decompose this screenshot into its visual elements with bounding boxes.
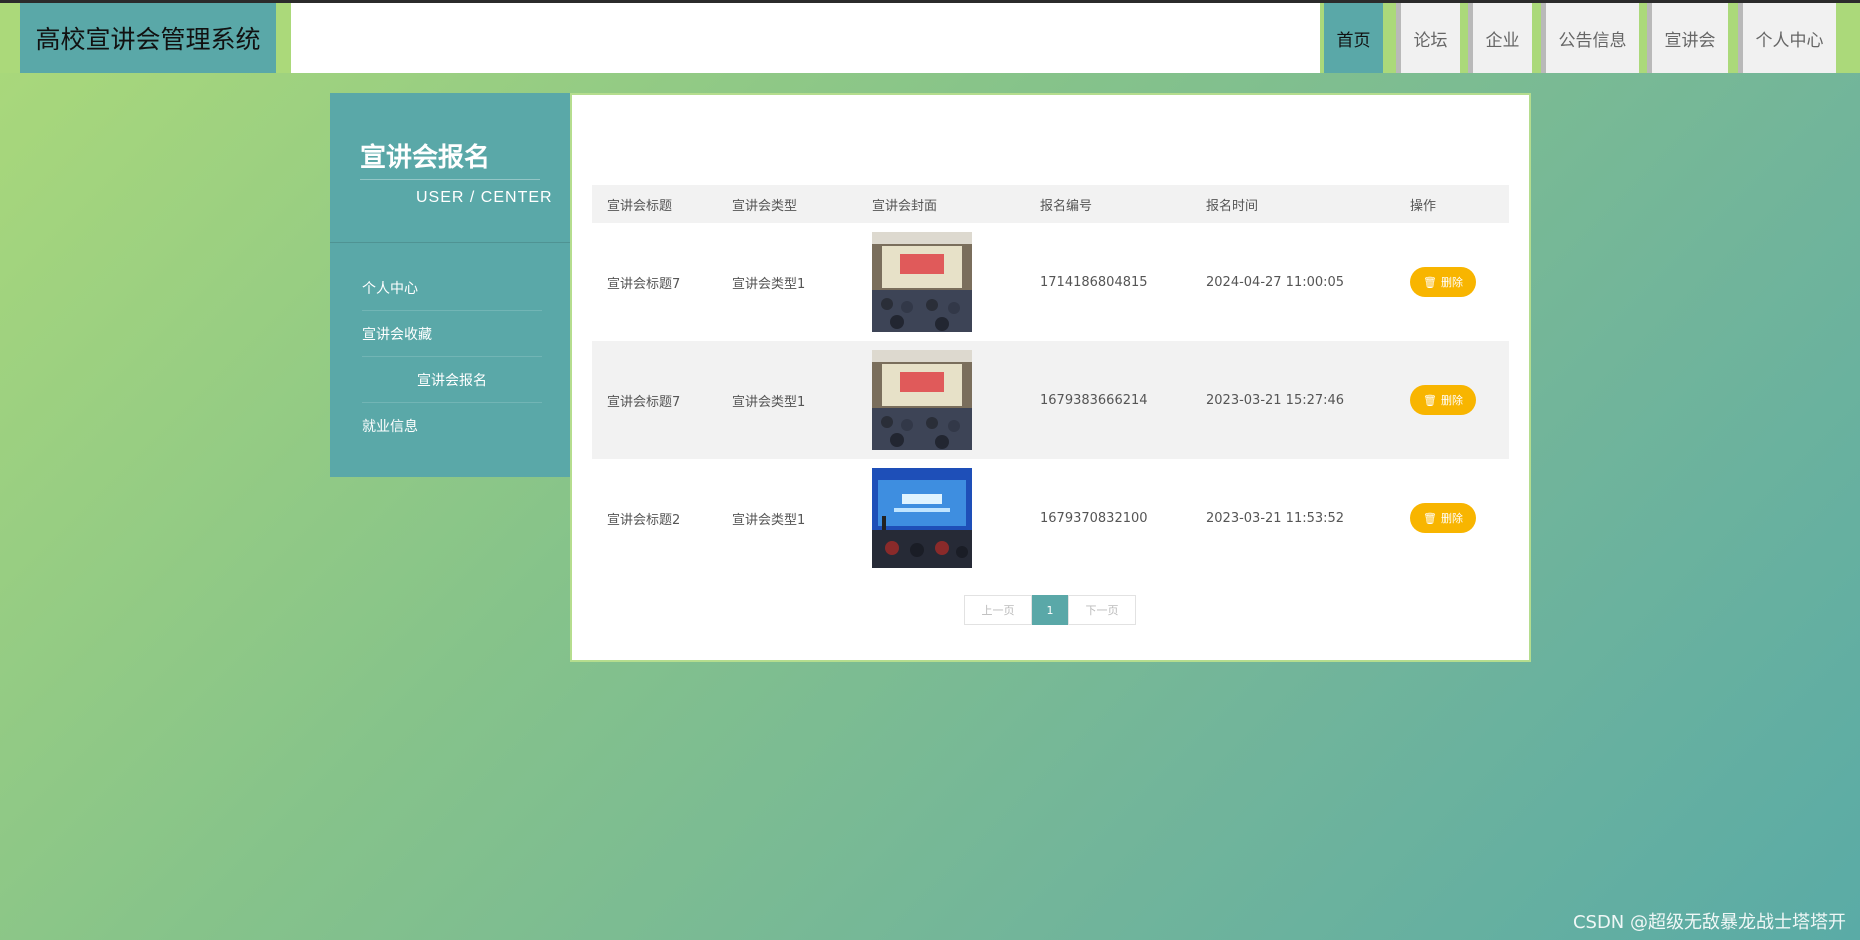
row-title: 宣讲会标题7 <box>607 394 681 410</box>
trash-icon: 🗑 <box>1423 275 1437 289</box>
nav-presentation[interactable]: 宣讲会 <box>1652 3 1728 73</box>
delete-label: 删除 <box>1440 276 1463 289</box>
nav-company[interactable]: 企业 <box>1473 3 1532 73</box>
delete-button[interactable]: 🗑 删除 <box>1410 503 1476 533</box>
table-row: 宣讲会标题7 宣讲会类型1 1714186804815 2024-04-27 1… <box>592 223 1509 341</box>
nav-user-center[interactable]: 个人中心 <box>1743 3 1836 73</box>
row-cover <box>872 468 1040 568</box>
table-row: 宣讲会标题2 宣讲会类型1 1679370832100 2023-03-21 1… <box>592 459 1509 577</box>
column-header-title: 宣讲会标题 <box>607 198 673 214</box>
row-type: 宣讲会类型1 <box>732 512 806 528</box>
row-title: 宣讲会标题7 <box>607 276 681 292</box>
row-code: 1679370832100 <box>1040 510 1148 526</box>
sidebar-item-registration[interactable]: 宣讲会报名 <box>362 357 542 403</box>
row-action: 🗑 删除 <box>1410 267 1509 297</box>
header-spacer <box>291 3 1320 73</box>
next-page-button[interactable]: 下一页 <box>1068 595 1136 625</box>
row-title: 宣讲会标题2 <box>607 512 681 528</box>
column-header-code: 报名编号 <box>1040 198 1093 214</box>
delete-button[interactable]: 🗑 删除 <box>1410 267 1476 297</box>
column-header-type: 宣讲会类型 <box>732 198 798 214</box>
row-type: 宣讲会类型1 <box>732 276 806 292</box>
sidebar-item-favorites[interactable]: 宣讲会收藏 <box>362 311 542 357</box>
trash-icon: 🗑 <box>1423 393 1437 407</box>
delete-button[interactable]: 🗑 删除 <box>1410 385 1476 415</box>
row-code: 1714186804815 <box>1040 274 1148 290</box>
cover-image[interactable] <box>872 350 972 450</box>
header: 高校宣讲会管理系统 首页 论坛 企业 公告信息 宣讲会 个人中心 <box>0 3 1860 73</box>
pagination: 上一页 1 下一页 <box>964 595 1136 625</box>
nav-forum[interactable]: 论坛 <box>1401 3 1460 73</box>
row-action: 🗑 删除 <box>1410 503 1509 533</box>
registration-table: 宣讲会标题 宣讲会类型 宣讲会封面 报名编号 报名时间 操作 宣讲会标题7 宣讲… <box>592 185 1509 577</box>
row-type: 宣讲会类型1 <box>732 394 806 410</box>
row-action: 🗑 删除 <box>1410 385 1509 415</box>
sidebar-item-user-center[interactable]: 个人中心 <box>362 265 542 311</box>
cover-image[interactable] <box>872 468 972 568</box>
prev-page-button[interactable]: 上一页 <box>964 595 1032 625</box>
cover-image[interactable] <box>872 232 972 332</box>
table-row: 宣讲会标题7 宣讲会类型1 1679383666214 2023-03-21 1… <box>592 341 1509 459</box>
column-header-time: 报名时间 <box>1206 198 1259 214</box>
delete-label: 删除 <box>1440 512 1463 525</box>
sidebar: 宣讲会报名 USER / CENTER 个人中心 宣讲会收藏 宣讲会报名 就业信… <box>330 93 570 477</box>
main-content: 宣讲会标题 宣讲会类型 宣讲会封面 报名编号 报名时间 操作 宣讲会标题7 宣讲… <box>570 93 1531 662</box>
nav-announcement[interactable]: 公告信息 <box>1546 3 1639 73</box>
row-code: 1679383666214 <box>1040 392 1148 408</box>
sidebar-subtitle: USER / CENTER <box>416 189 553 206</box>
page-1-button[interactable]: 1 <box>1032 595 1068 625</box>
nav-home[interactable]: 首页 <box>1324 3 1383 73</box>
row-cover <box>872 232 1040 332</box>
trash-icon: 🗑 <box>1423 511 1437 525</box>
watermark: CSDN @超级无敌暴龙战士塔塔开 <box>1572 912 1846 933</box>
delete-label: 删除 <box>1440 394 1463 407</box>
column-header-action: 操作 <box>1410 198 1437 214</box>
site-logo: 高校宣讲会管理系统 <box>20 3 276 73</box>
row-time: 2023-03-21 11:53:52 <box>1206 510 1345 526</box>
sidebar-item-jobs[interactable]: 就业信息 <box>362 403 542 449</box>
sidebar-title: 宣讲会报名 <box>360 143 491 173</box>
table-header-row: 宣讲会标题 宣讲会类型 宣讲会封面 报名编号 报名时间 操作 <box>592 185 1509 223</box>
row-time: 2024-04-27 11:00:05 <box>1206 274 1345 290</box>
row-time: 2023-03-21 15:27:46 <box>1206 392 1345 408</box>
column-header-cover: 宣讲会封面 <box>872 198 938 214</box>
sidebar-title-divider <box>360 179 540 180</box>
row-cover <box>872 350 1040 450</box>
sidebar-divider <box>330 242 570 243</box>
